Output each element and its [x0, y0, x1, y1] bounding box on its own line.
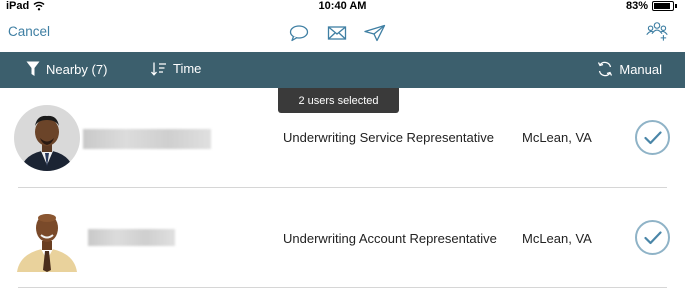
user-title: Underwriting Account Representative [283, 231, 497, 246]
selected-check-button[interactable] [635, 220, 670, 255]
manual-label: Manual [619, 61, 662, 77]
battery-percent: 83% [625, 0, 648, 12]
action-icons [288, 22, 386, 44]
filter-toolbar: Nearby (7) Time Manual [0, 52, 685, 88]
user-name-redacted [88, 229, 175, 246]
status-bar: iPad 10:40 AM 83% [0, 0, 685, 14]
refresh-icon [598, 61, 613, 77]
time-sort-button[interactable]: Time [151, 61, 201, 76]
checkmark-icon [643, 230, 662, 244]
nav-bar: Cancel [0, 14, 685, 52]
mail-icon[interactable] [326, 22, 348, 44]
user-name-redacted [83, 129, 211, 149]
battery-indicator: 83% [626, 0, 677, 12]
send-icon[interactable] [364, 22, 386, 44]
nearby-filter-label: Nearby (7) [46, 61, 108, 77]
sort-icon [151, 62, 166, 76]
checkmark-icon [643, 130, 662, 144]
selected-check-button[interactable] [635, 120, 670, 155]
user-title: Underwriting Service Representative [283, 130, 494, 145]
user-list-item[interactable]: Underwriting Account Representative McLe… [0, 192, 685, 284]
add-group-icon[interactable] [646, 20, 668, 42]
row-divider [18, 287, 667, 288]
time-sort-label: Time [173, 61, 202, 76]
user-location: McLean, VA [522, 130, 592, 145]
nearby-filter-button[interactable]: Nearby (7) [26, 61, 107, 77]
clock: 10:40 AM [318, 0, 367, 12]
cancel-button[interactable]: Cancel [8, 24, 50, 39]
user-list-item[interactable]: Underwriting Service Representative McLe… [0, 92, 685, 184]
chat-bubble-icon[interactable] [288, 22, 310, 44]
manual-refresh-button[interactable]: Manual [597, 61, 662, 77]
filter-icon [26, 61, 40, 76]
avatar [14, 105, 80, 171]
row-divider [18, 187, 667, 188]
user-location: McLean, VA [522, 231, 592, 246]
avatar [14, 206, 80, 272]
battery-icon [652, 1, 674, 11]
